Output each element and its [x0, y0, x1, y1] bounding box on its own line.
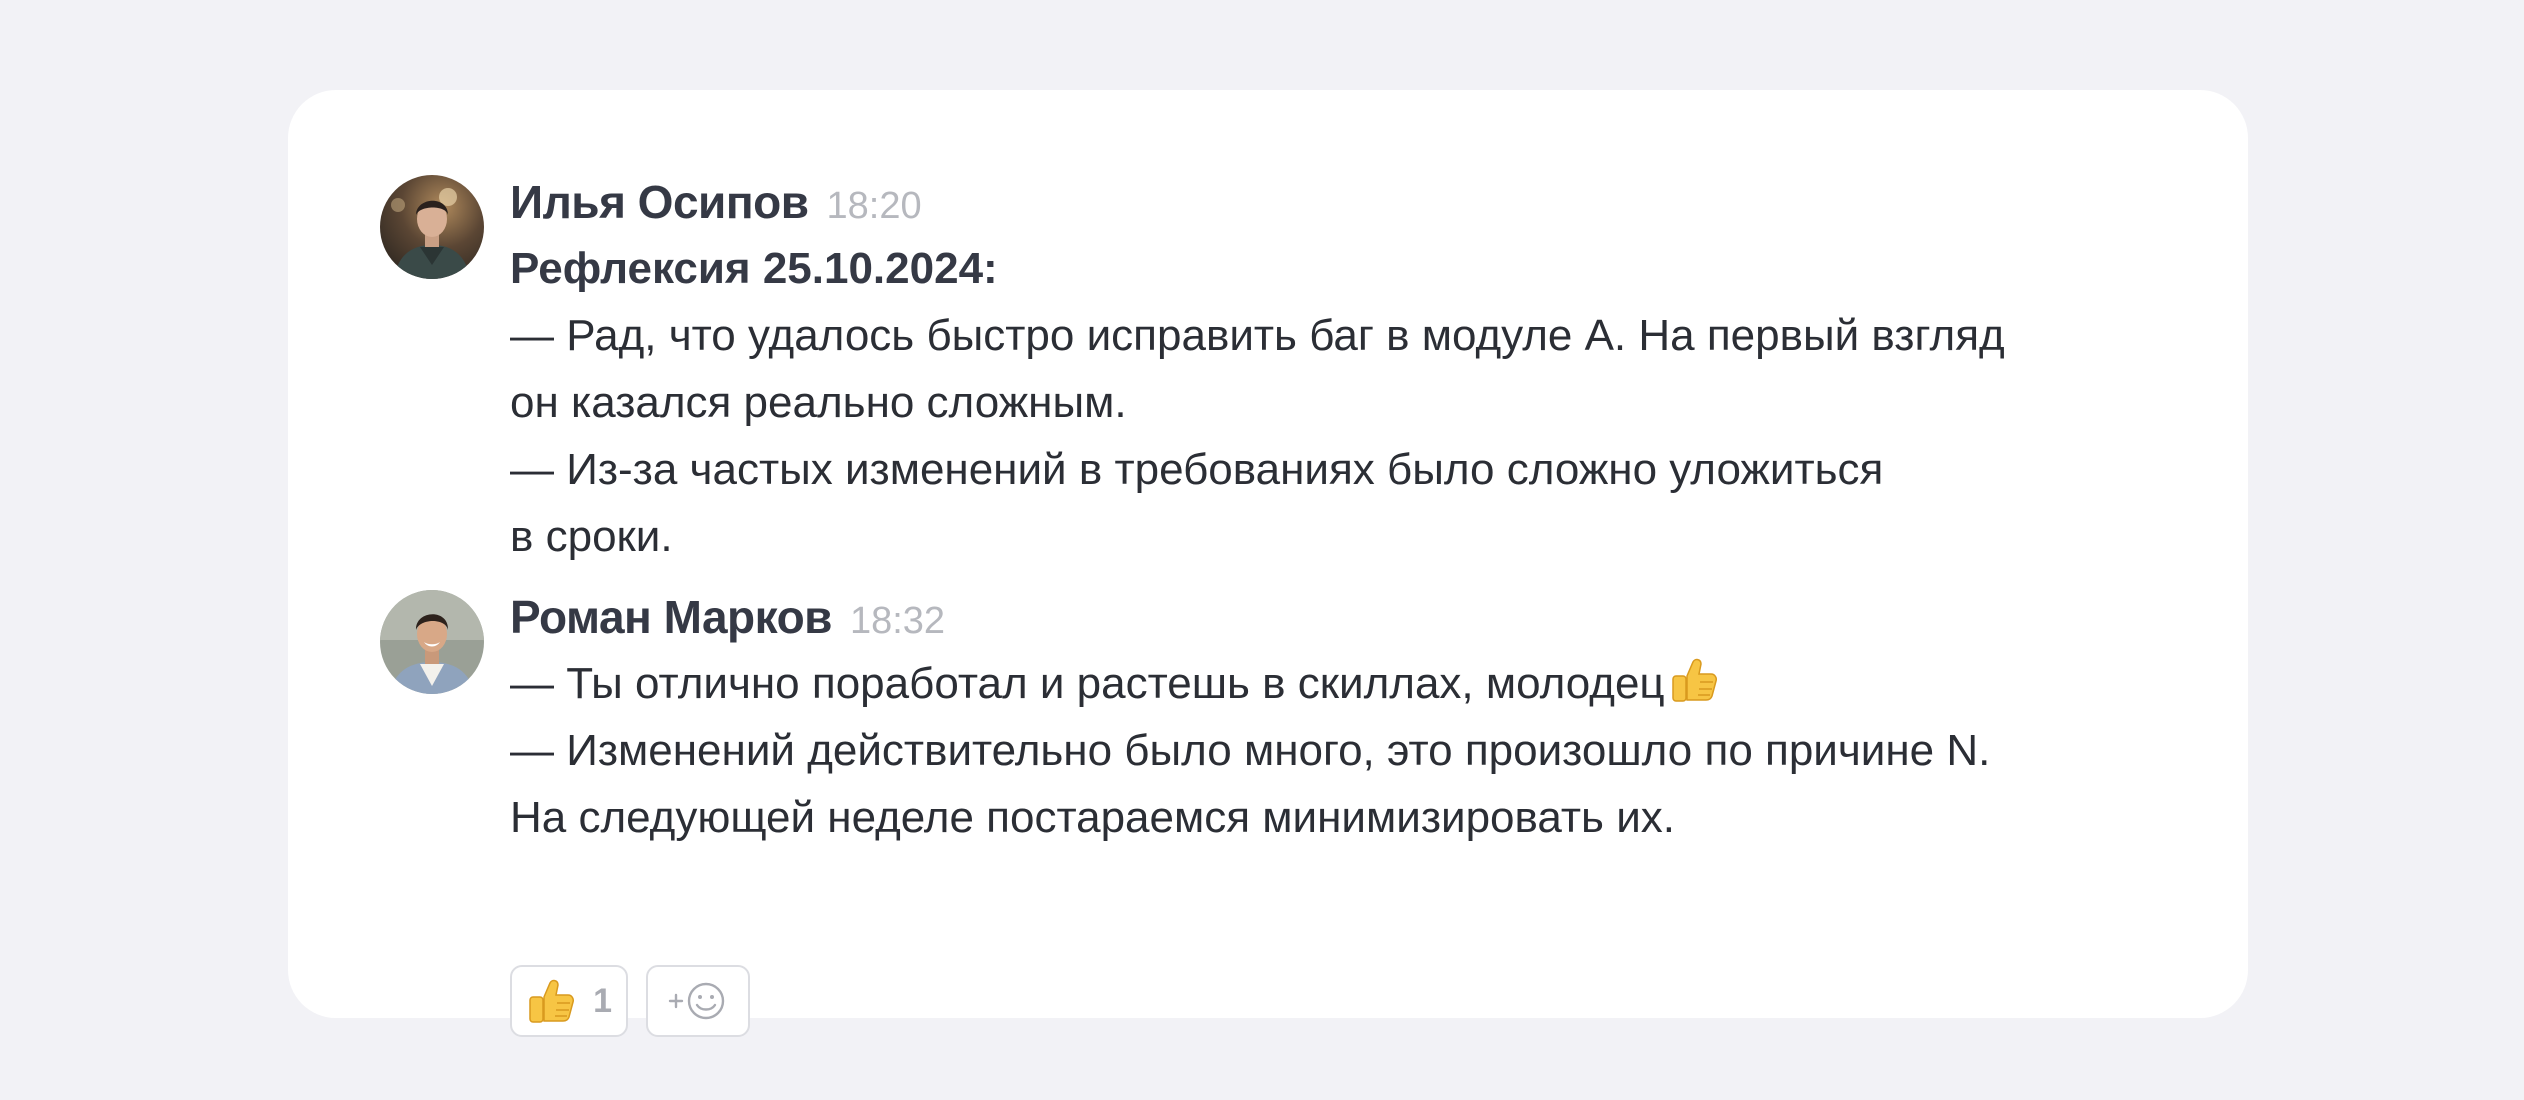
add-reaction-button[interactable]	[646, 965, 750, 1037]
reactions-bar: 1	[510, 965, 750, 1037]
avatar[interactable]	[380, 175, 484, 279]
reaction-thumbs-up-button[interactable]: 1	[510, 965, 628, 1037]
message-line-text: — Ты отлично поработал и растешь в скилл…	[510, 659, 1665, 708]
message-header: Илья Осипов 18:20	[510, 175, 2170, 235]
reaction-count: 1	[593, 981, 612, 1020]
author-name[interactable]: Илья Осипов	[510, 175, 809, 229]
message-text: Рефлексия 25.10.2024: — Рад, что удалось…	[510, 235, 2170, 570]
thumbs-up-icon	[529, 979, 574, 1023]
message-line: — Ты отлично поработал и растешь в скилл…	[510, 650, 2170, 717]
message-content: Роман Марков 18:32 — Ты отлично поработа…	[510, 590, 2170, 851]
avatar-photo	[380, 590, 484, 694]
avatar-photo	[380, 175, 484, 279]
message-header: Роман Марков 18:32	[510, 590, 2170, 650]
avatar[interactable]	[380, 590, 484, 694]
message-line: в сроки.	[510, 512, 673, 561]
message-time: 18:32	[849, 600, 946, 642]
message-line: — Из-за частых изменений в требованиях б…	[510, 445, 1884, 494]
message-line: он казался реально сложным.	[510, 378, 1127, 427]
message-line: — Изменений действительно было много, эт…	[510, 726, 1991, 775]
chat-card: Илья Осипов 18:20 Рефлексия 25.10.2024: …	[288, 90, 2248, 1037]
message-text: — Ты отлично поработал и растешь в скилл…	[510, 650, 2170, 851]
message-line: — Рад, что удалось быстро исправить баг …	[510, 311, 2005, 360]
message-heading: Рефлексия 25.10.2024:	[510, 244, 998, 293]
add-reaction-icon	[668, 982, 725, 1020]
thumbs-up-icon	[1671, 658, 1717, 702]
message-time: 18:20	[826, 185, 922, 227]
message-content: Илья Осипов 18:20 Рефлексия 25.10.2024: …	[510, 175, 2170, 570]
author-name[interactable]: Роман Марков	[510, 590, 832, 644]
message-line: На следующей неделе постараемся минимизи…	[510, 793, 1676, 842]
